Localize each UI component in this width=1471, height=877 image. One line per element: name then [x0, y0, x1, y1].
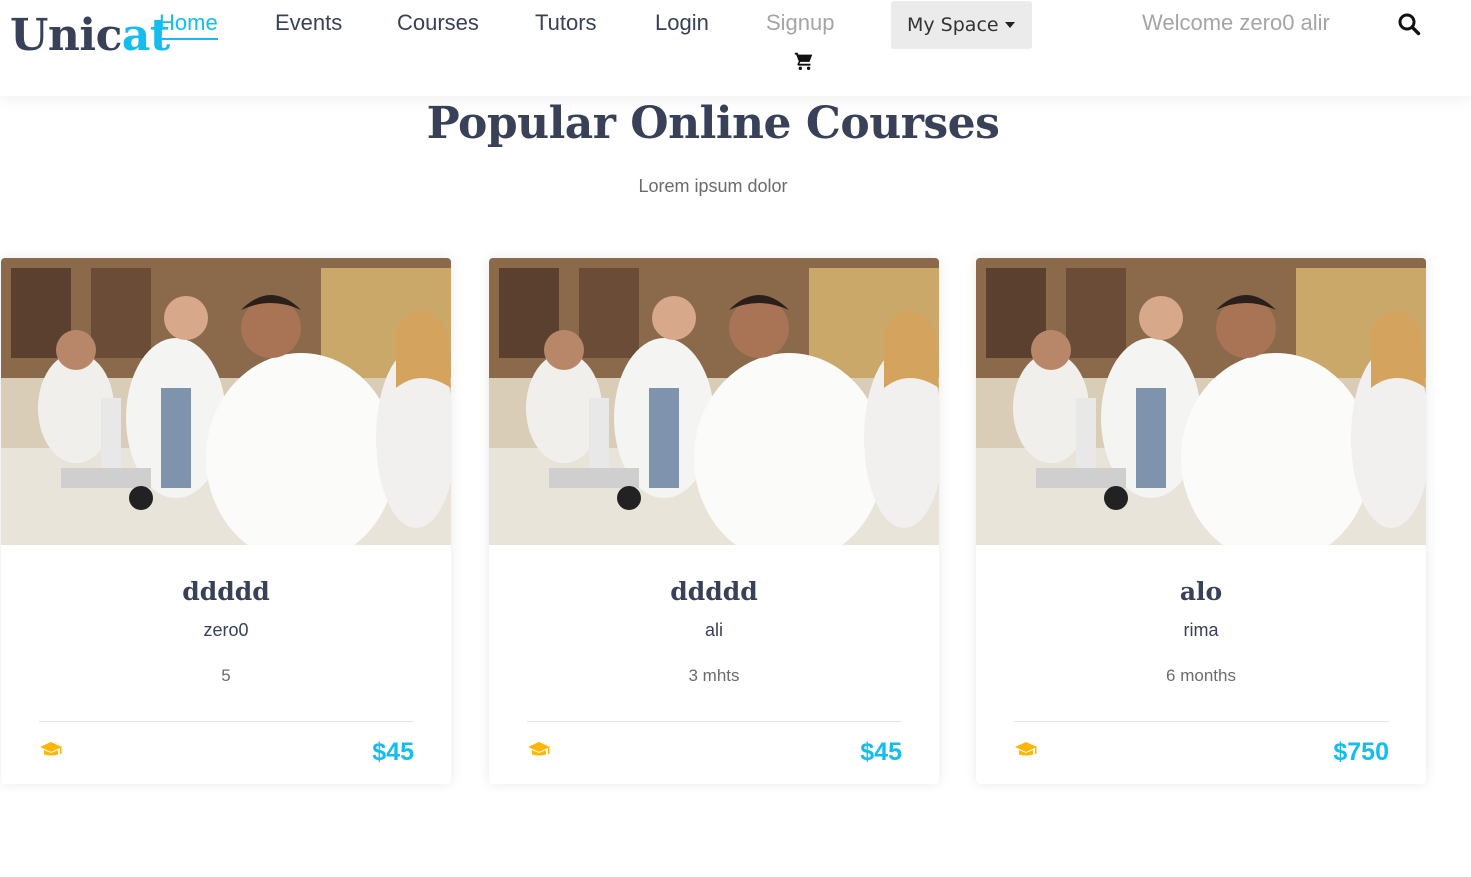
- course-duration: 6 months: [1166, 666, 1236, 685]
- course-image[interactable]: [489, 258, 939, 545]
- course-image[interactable]: [1, 258, 451, 545]
- course-card[interactable]: ddddd ali 3 mhts $45: [489, 258, 939, 784]
- course-price: $750: [1333, 738, 1389, 766]
- site-logo[interactable]: Unicat: [10, 10, 170, 61]
- nav-signup[interactable]: Signup: [766, 10, 835, 36]
- course-card[interactable]: ddddd zero0 5 $45: [1, 258, 451, 784]
- course-price: $45: [860, 738, 902, 766]
- site-header: Unicat Home Events Courses Tutors Login …: [0, 0, 1471, 96]
- course-title[interactable]: ddddd: [489, 577, 939, 606]
- course-title[interactable]: alo: [976, 577, 1426, 606]
- caret-down-icon: [1005, 22, 1015, 28]
- course-price: $45: [372, 738, 414, 766]
- search-icon[interactable]: [1397, 12, 1421, 36]
- shopping-cart-icon[interactable]: [793, 50, 815, 72]
- graduation-cap-icon: [1015, 742, 1037, 756]
- section-subtitle: Lorem ipsum dolor: [638, 176, 788, 196]
- course-card[interactable]: alo rima 6 months $750: [976, 258, 1426, 784]
- nav-home[interactable]: Home: [159, 10, 218, 40]
- graduation-cap-icon: [528, 742, 550, 756]
- course-author: ali: [704, 620, 723, 640]
- logo-main: Unic: [10, 10, 122, 61]
- card-divider: [39, 721, 414, 722]
- dropdown-label: My Space: [907, 14, 999, 36]
- course-duration: 5: [221, 666, 231, 685]
- graduation-cap-icon: [40, 742, 62, 756]
- my-space-dropdown[interactable]: My Space: [891, 1, 1032, 49]
- card-divider: [1014, 721, 1389, 722]
- course-author: rima: [1183, 620, 1219, 640]
- course-title[interactable]: ddddd: [1, 577, 451, 606]
- section-title: Popular Online Courses: [426, 98, 1000, 149]
- nav-events[interactable]: Events: [275, 10, 342, 36]
- nav-tutors[interactable]: Tutors: [535, 10, 597, 36]
- course-author: zero0: [203, 620, 249, 640]
- course-image[interactable]: [976, 258, 1426, 545]
- nav-login[interactable]: Login: [655, 10, 709, 36]
- card-divider: [527, 721, 902, 722]
- course-duration: 3 mhts: [688, 666, 740, 685]
- nav-courses[interactable]: Courses: [397, 10, 479, 36]
- welcome-text: Welcome zero0 alir: [1142, 10, 1330, 35]
